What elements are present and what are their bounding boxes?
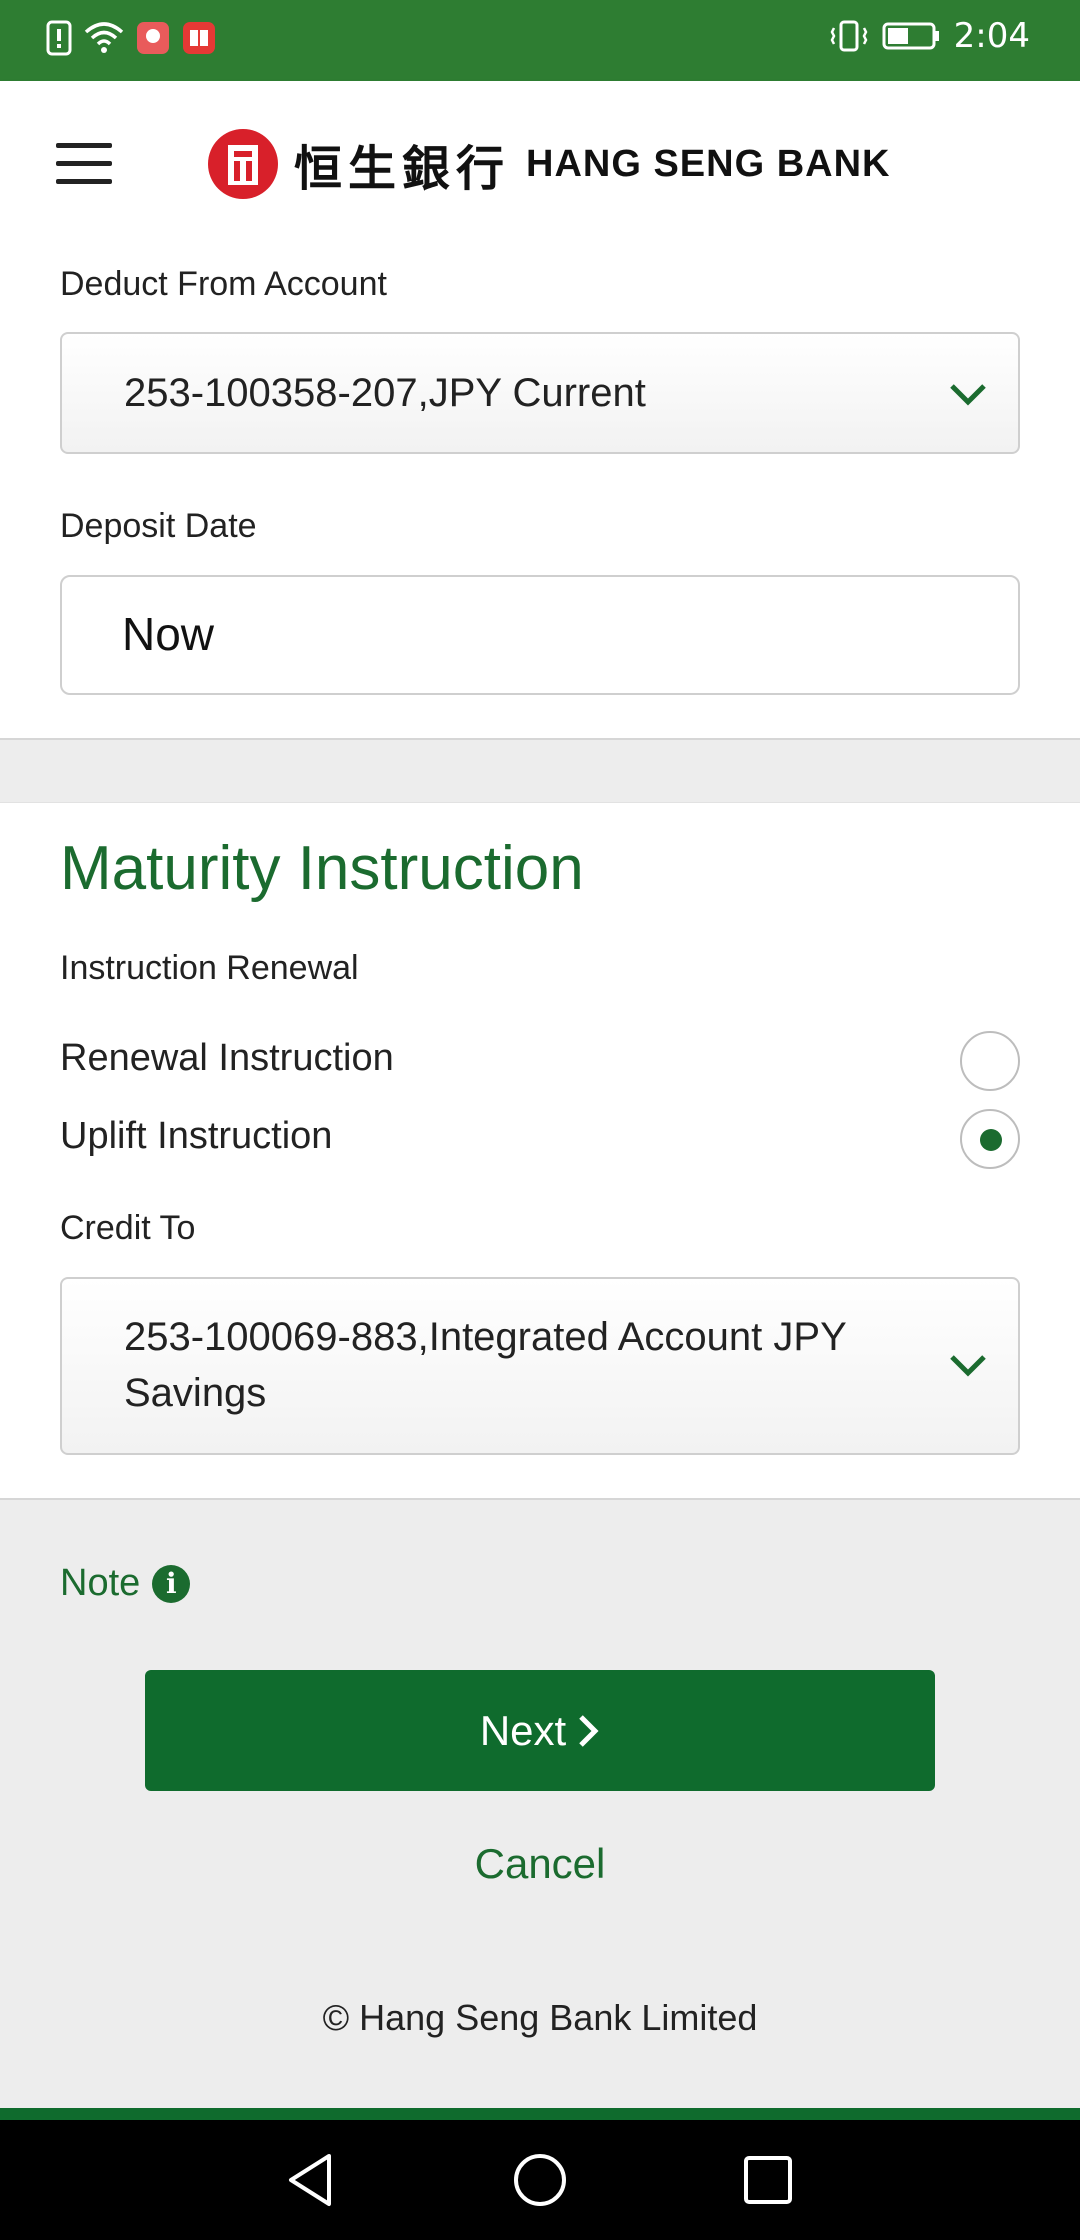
battery-icon: [882, 21, 940, 51]
deduct-account-value: 253-100358-207,JPY Current: [124, 371, 646, 415]
credit-account-select[interactable]: 253-100069-883,Integrated Account JPY Sa…: [60, 1277, 1020, 1455]
status-icons-right: 2:04: [830, 16, 1030, 56]
deposit-date-value: Now: [122, 608, 215, 660]
radio-button-selected[interactable]: [960, 1109, 1020, 1169]
radio-renewal-instruction[interactable]: Renewal Instruction: [60, 1031, 1020, 1091]
book-app-icon: [182, 21, 216, 55]
wifi-icon: [84, 22, 124, 54]
radio-button[interactable]: [960, 1031, 1020, 1091]
credit-account-value-line1: 253-100069-883,Integrated Account JPY: [124, 1315, 847, 1359]
back-icon[interactable]: [280, 2150, 340, 2210]
radio-label: Renewal Instruction: [60, 1037, 394, 1079]
menu-icon[interactable]: [56, 143, 112, 184]
next-button-label: Next: [479, 1706, 567, 1754]
instruction-renewal-label: Instruction Renewal: [60, 949, 359, 987]
logo-emblem-icon: [208, 129, 278, 199]
deduct-from-label: Deduct From Account: [60, 265, 387, 303]
note-label: Note: [60, 1562, 141, 1604]
status-icons-left: [46, 20, 216, 56]
section-title: Maturity Instruction: [60, 834, 584, 903]
bank-logo: 恒生銀行 HANG SENG BANK: [208, 129, 890, 199]
footer-divider: [0, 2108, 1080, 2120]
deduct-account-select[interactable]: 253-100358-207,JPY Current: [60, 332, 1020, 454]
deposit-date-label: Deposit Date: [60, 507, 257, 545]
chevron-right-icon: [579, 1714, 599, 1747]
credit-account-value-line2: Savings: [124, 1371, 267, 1415]
huawei-app-icon: [136, 21, 170, 55]
next-button[interactable]: Next: [145, 1670, 935, 1791]
app-header: 恒生銀行 HANG SENG BANK: [0, 81, 1080, 249]
logo-en-text: HANG SENG BANK: [526, 142, 891, 185]
status-time: 2:04: [953, 16, 1030, 56]
vibrate-icon: [830, 20, 868, 52]
copyright-text: © Hang Seng Bank Limited: [322, 1997, 758, 2038]
radio-selected-dot: [980, 1129, 1002, 1151]
logo-cjk-text: 恒生銀行: [294, 141, 511, 197]
system-nav-bar: [0, 2120, 1080, 2240]
info-icon[interactable]: i: [152, 1564, 191, 1603]
credit-to-label: Credit To: [60, 1209, 196, 1247]
recents-icon[interactable]: [738, 2150, 798, 2210]
deposit-date-field[interactable]: Now: [60, 575, 1020, 695]
note-link[interactable]: Note i: [60, 1562, 191, 1605]
home-icon[interactable]: [510, 2150, 570, 2210]
radio-label: Uplift Instruction: [60, 1115, 333, 1157]
chevron-down-icon: [950, 1355, 986, 1377]
radio-uplift-instruction[interactable]: Uplift Instruction: [60, 1109, 1020, 1169]
cancel-button[interactable]: Cancel: [0, 1840, 1080, 1888]
deposit-section: Deduct From Account 253-100358-207,JPY C…: [0, 249, 1080, 740]
sim-alert-icon: [46, 20, 72, 56]
maturity-section: Maturity Instruction Instruction Renewal…: [0, 802, 1080, 1500]
chevron-down-icon: [950, 384, 986, 406]
status-bar: 2:04: [0, 0, 1080, 81]
